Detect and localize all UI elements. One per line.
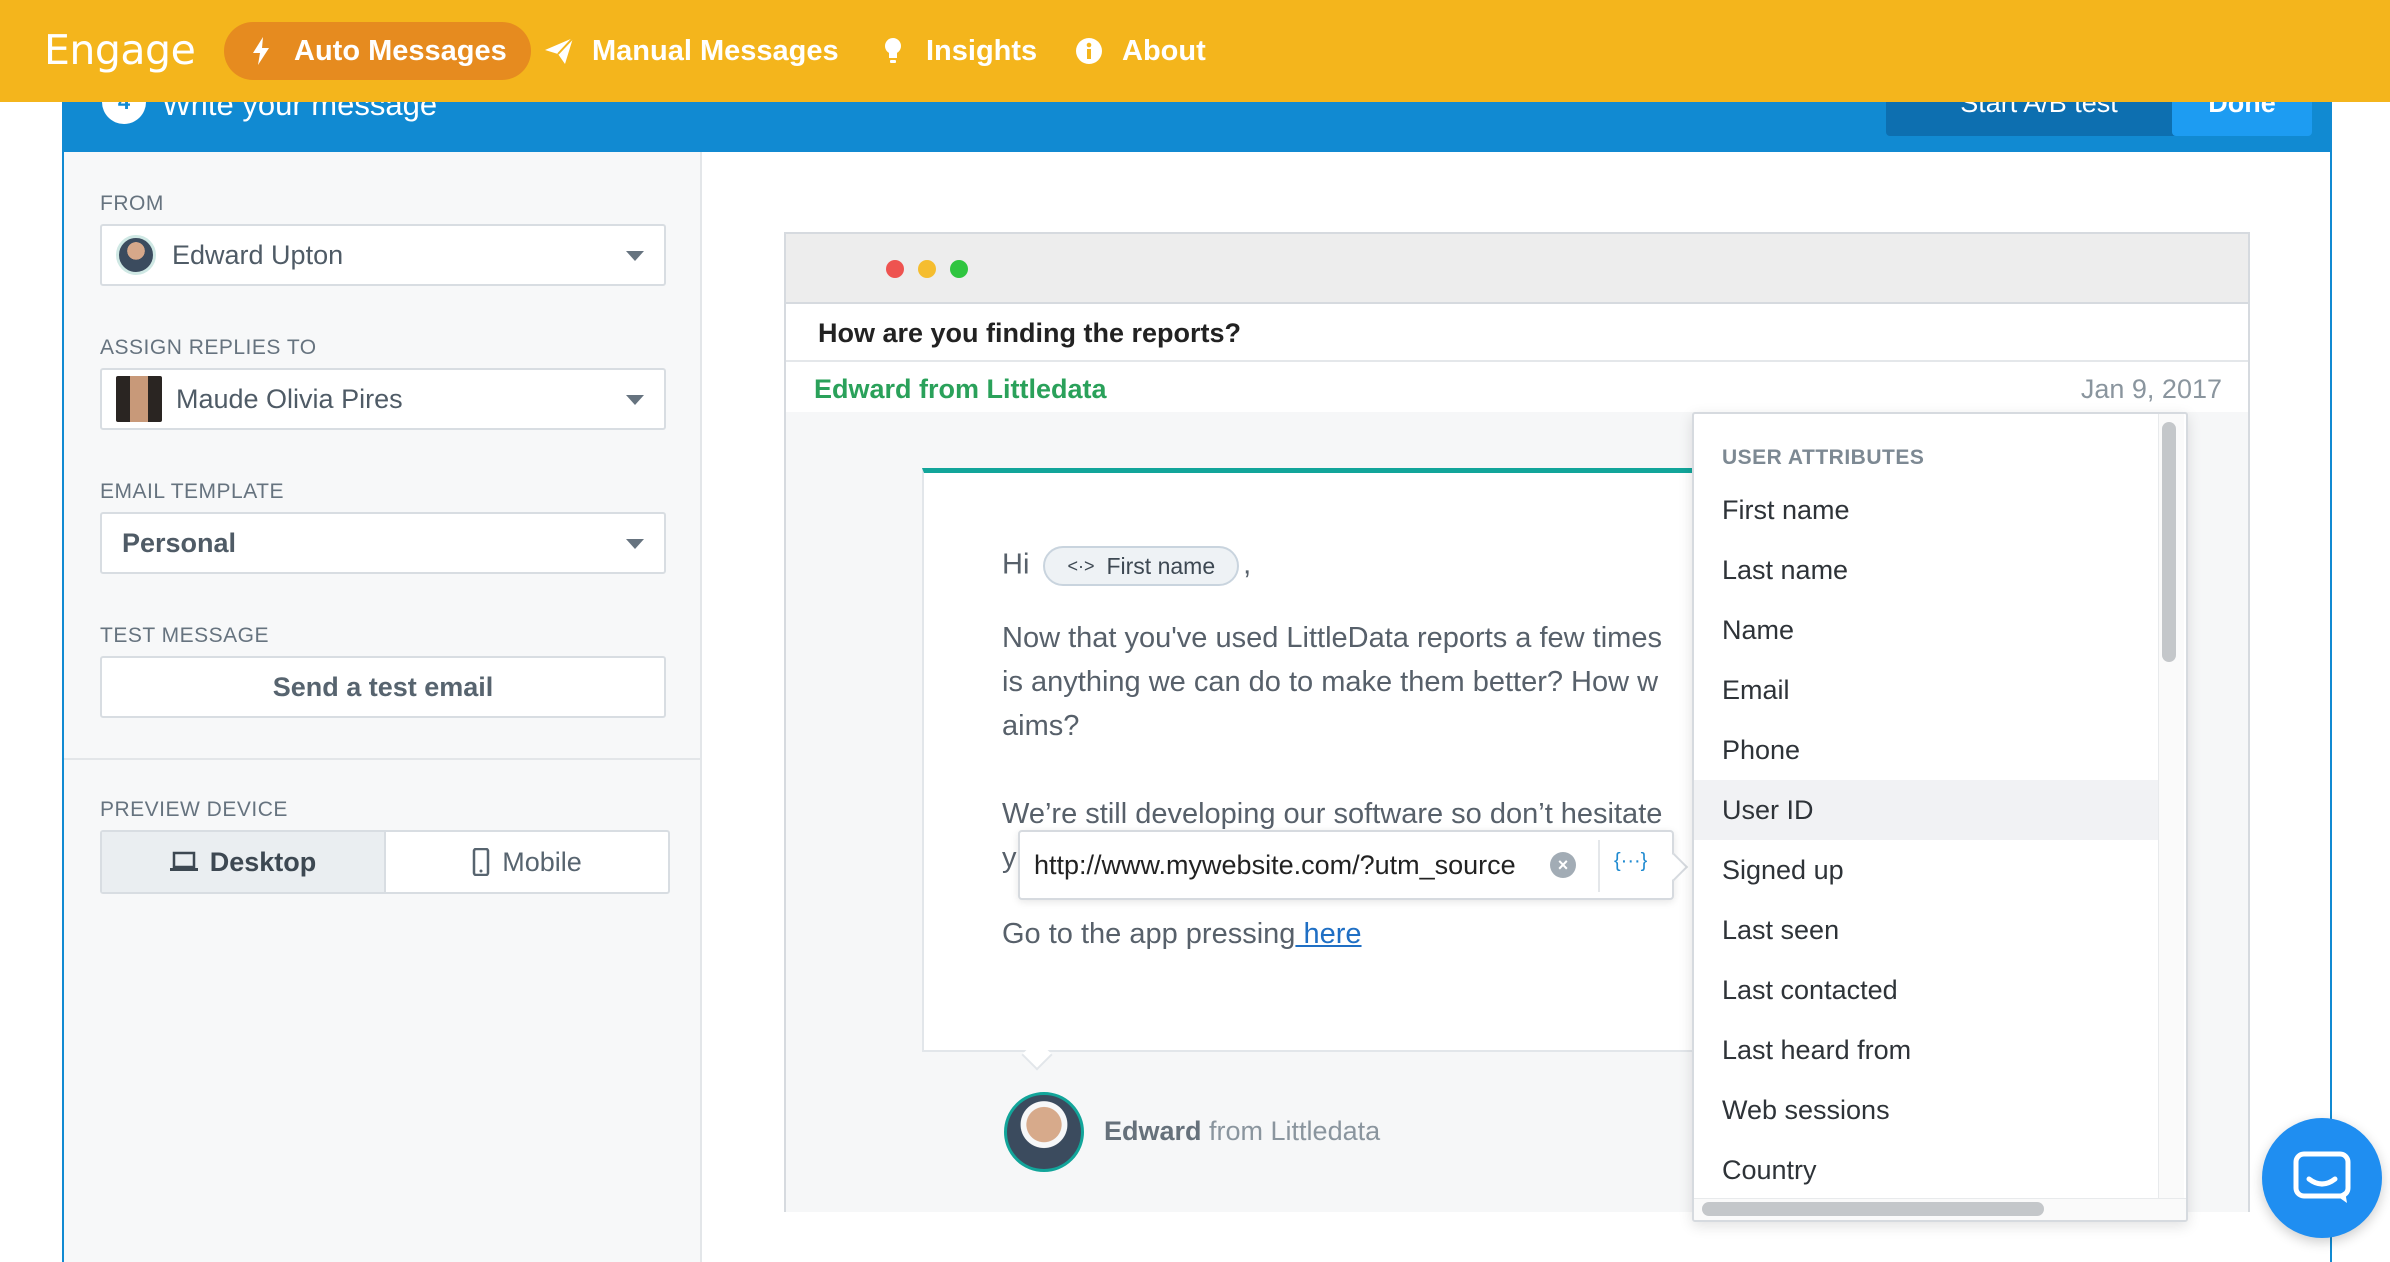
body-line: aims? bbox=[1002, 710, 1080, 742]
insert-variable-button[interactable]: {···} bbox=[1614, 850, 1647, 873]
attribute-item-signed-up[interactable]: Signed up bbox=[1694, 840, 2160, 900]
laptop-icon bbox=[169, 851, 198, 871]
done-button[interactable]: Done bbox=[2172, 102, 2312, 136]
greeting-comma: , bbox=[1243, 548, 1252, 581]
chevron-down-icon bbox=[626, 539, 644, 549]
close-dot-icon bbox=[886, 260, 904, 278]
preview-device-label: PREVIEW DEVICE bbox=[100, 798, 288, 821]
nav-insights-label: Insights bbox=[926, 34, 1038, 67]
device-mobile-option[interactable]: Mobile bbox=[386, 832, 668, 892]
info-icon bbox=[1074, 36, 1104, 66]
chat-launcher-button[interactable] bbox=[2262, 1118, 2382, 1238]
send-test-email-button[interactable]: Send a test email bbox=[100, 656, 666, 718]
link-url-editor: http://www.mywebsite.com/?utm_source × {… bbox=[1018, 830, 1689, 900]
assign-value: Maude Olivia Pires bbox=[176, 383, 403, 414]
divider bbox=[64, 758, 700, 760]
preview-device-toggle: Desktop Mobile bbox=[100, 830, 670, 894]
template-value: Personal bbox=[122, 527, 237, 558]
device-desktop-option[interactable]: Desktop bbox=[102, 832, 386, 892]
dropdown-heading: USER ATTRIBUTES bbox=[1722, 446, 1925, 469]
lightbulb-icon bbox=[878, 36, 908, 66]
attribute-item-name[interactable]: Name bbox=[1694, 600, 2160, 660]
cta-text: Go to the app pressing bbox=[1002, 918, 1296, 950]
assign-label: ASSIGN REPLIES TO bbox=[100, 336, 317, 359]
footer-sender-from: from Littledata bbox=[1201, 1116, 1381, 1146]
nav-auto-messages-label: Auto Messages bbox=[294, 34, 507, 67]
avatar bbox=[1004, 1092, 1084, 1172]
step-number: 4 bbox=[102, 102, 146, 124]
cta-line: Go to the app pressing here bbox=[1002, 918, 1362, 951]
template-label: EMAIL TEMPLATE bbox=[100, 480, 284, 503]
greeting-text: Hi bbox=[1002, 548, 1030, 581]
start-ab-test-label: Start A/B test bbox=[1960, 102, 2118, 118]
from-value: Edward Upton bbox=[172, 239, 344, 270]
from-select[interactable]: Edward Upton bbox=[100, 224, 666, 286]
attribute-item-last-seen[interactable]: Last seen bbox=[1694, 900, 2160, 960]
attribute-item-last-heard-from[interactable]: Last heard from bbox=[1694, 1020, 2160, 1080]
attribute-item-user-id[interactable]: User ID bbox=[1694, 780, 2160, 840]
chip-label: First name bbox=[1106, 552, 1216, 579]
greeting-line: Hi <·> First name , bbox=[1002, 546, 1251, 586]
user-attributes-dropdown: USER ATTRIBUTES First name Last name Nam… bbox=[1692, 412, 2188, 1222]
attribute-item-last-name[interactable]: Last name bbox=[1694, 540, 2160, 600]
top-nav: Engage Auto Messages Manual Messages Ins… bbox=[0, 0, 2390, 102]
email-sender: Edward from Littledata bbox=[814, 374, 1107, 404]
nav-about[interactable]: About bbox=[1074, 22, 1206, 80]
email-template-select[interactable]: Personal bbox=[100, 512, 666, 574]
settings-sidebar: FROM Edward Upton ASSIGN REPLIES TO Maud… bbox=[64, 152, 702, 1262]
done-label: Done bbox=[2208, 102, 2276, 118]
nav-manual-messages-label: Manual Messages bbox=[592, 34, 839, 67]
nav-insights[interactable]: Insights bbox=[878, 22, 1037, 80]
chevron-down-icon bbox=[626, 395, 644, 405]
step-title: Write your message bbox=[162, 102, 438, 122]
minimize-dot-icon bbox=[918, 260, 936, 278]
paper-plane-icon bbox=[544, 36, 574, 66]
link-url-input[interactable]: http://www.mywebsite.com/?utm_source bbox=[1034, 850, 1560, 881]
first-name-variable-chip[interactable]: <·> First name bbox=[1043, 546, 1240, 586]
test-message-label: TEST MESSAGE bbox=[100, 624, 269, 647]
frame-border-right bbox=[2330, 152, 2332, 1262]
avatar bbox=[116, 376, 162, 422]
browser-chrome bbox=[786, 234, 2248, 304]
start-ab-test-button[interactable]: Start A/B test bbox=[1886, 102, 2192, 136]
body-line: y bbox=[1002, 842, 1017, 874]
from-label: FROM bbox=[100, 192, 164, 215]
device-desktop-label: Desktop bbox=[209, 846, 317, 877]
email-subject[interactable]: How are you finding the reports? bbox=[818, 318, 1241, 349]
body-line: is anything we can do to make them bette… bbox=[1002, 666, 1659, 698]
avatar bbox=[116, 235, 156, 275]
clear-icon[interactable]: × bbox=[1550, 852, 1576, 878]
attribute-item-web-sessions[interactable]: Web sessions bbox=[1694, 1080, 2160, 1140]
attribute-item-country[interactable]: Country bbox=[1694, 1140, 2160, 1200]
here-link[interactable]: here bbox=[1295, 918, 1361, 950]
divider bbox=[786, 360, 2248, 362]
step-header: 4 Write your message Start A/B test Done bbox=[62, 102, 2332, 152]
chat-icon bbox=[2293, 1151, 2351, 1203]
device-mobile-label: Mobile bbox=[502, 846, 582, 877]
code-icon: <·> bbox=[1067, 555, 1095, 576]
nav-auto-messages[interactable]: Auto Messages bbox=[224, 22, 531, 80]
bolt-icon bbox=[246, 36, 276, 66]
footer-sender: Edward from Littledata bbox=[1104, 1116, 1380, 1147]
chevron-down-icon bbox=[626, 251, 644, 261]
maximize-dot-icon bbox=[950, 260, 968, 278]
vertical-scrollbar[interactable] bbox=[2158, 414, 2184, 1214]
assign-replies-select[interactable]: Maude Olivia Pires bbox=[100, 368, 666, 430]
footer-sender-name: Edward bbox=[1104, 1116, 1202, 1146]
nav-about-label: About bbox=[1122, 34, 1206, 67]
nav-manual-messages[interactable]: Manual Messages bbox=[544, 22, 839, 80]
horizontal-scrollbar[interactable] bbox=[1694, 1198, 2186, 1220]
email-date: Jan 9, 2017 bbox=[2080, 374, 2222, 404]
scrollbar-thumb[interactable] bbox=[2162, 422, 2176, 662]
attribute-item-first-name[interactable]: First name bbox=[1694, 480, 2160, 540]
brand-logo[interactable]: Engage bbox=[44, 26, 196, 74]
body-line: We’re still developing our software so d… bbox=[1002, 798, 1663, 830]
attribute-item-last-contacted[interactable]: Last contacted bbox=[1694, 960, 2160, 1020]
body-line: Now that you've used LittleData reports … bbox=[1002, 622, 1662, 654]
mobile-icon bbox=[472, 848, 490, 876]
attribute-item-phone[interactable]: Phone bbox=[1694, 720, 2160, 780]
divider bbox=[1598, 840, 1600, 892]
scrollbar-thumb[interactable] bbox=[1702, 1202, 2044, 1216]
attribute-item-email[interactable]: Email bbox=[1694, 660, 2160, 720]
